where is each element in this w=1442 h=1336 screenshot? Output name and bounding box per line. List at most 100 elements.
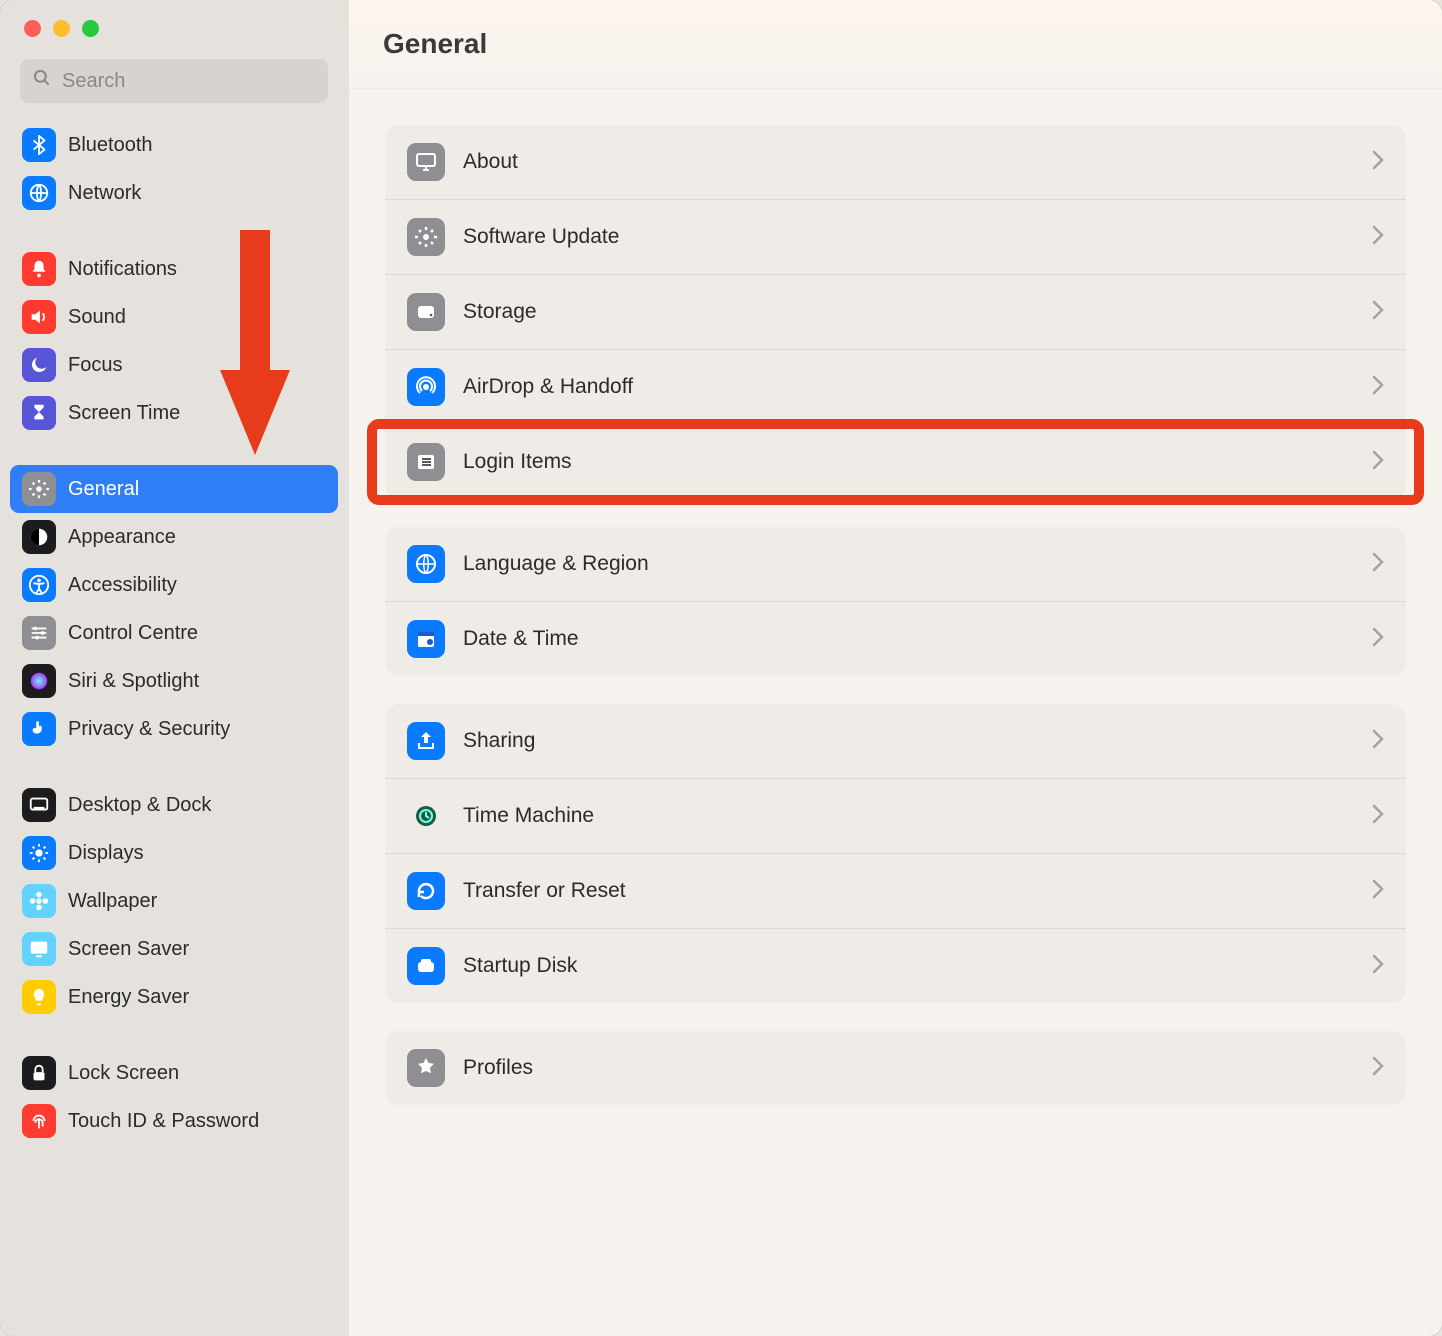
sidebar-item-label: Notifications xyxy=(68,258,177,281)
row-label: Time Machine xyxy=(463,804,1354,828)
bell-icon xyxy=(22,252,56,286)
row-login-items[interactable]: Login Items xyxy=(385,424,1406,499)
reset-icon xyxy=(407,872,445,910)
row-profiles[interactable]: Profiles xyxy=(385,1031,1406,1105)
accessibility-icon xyxy=(22,568,56,602)
share-icon xyxy=(407,722,445,760)
sidebar-item-label: Touch ID & Password xyxy=(68,1110,259,1133)
chevron-right-icon xyxy=(1372,552,1384,577)
row-sharing[interactable]: Sharing xyxy=(385,704,1406,778)
search-input[interactable] xyxy=(62,70,316,93)
row-label: About xyxy=(463,150,1354,174)
disk-icon xyxy=(407,293,445,331)
zoom-button[interactable] xyxy=(82,20,99,37)
sidebar-item-screen-time[interactable]: Screen Time xyxy=(10,389,338,437)
chevron-right-icon xyxy=(1372,150,1384,175)
sidebar-item-displays[interactable]: Displays xyxy=(10,829,338,877)
row-time-machine[interactable]: Time Machine xyxy=(385,778,1406,853)
bulb-icon xyxy=(22,980,56,1014)
sidebar-item-desktop-dock[interactable]: Desktop & Dock xyxy=(10,781,338,829)
sidebar-item-label: Desktop & Dock xyxy=(68,794,211,817)
chevron-right-icon xyxy=(1372,300,1384,325)
sidebar-item-accessibility[interactable]: Accessibility xyxy=(10,561,338,609)
dock-icon xyxy=(22,788,56,822)
settings-group: Language & Region Date & Time xyxy=(385,527,1406,676)
row-transfer-or-reset[interactable]: Transfer or Reset xyxy=(385,853,1406,928)
gear-icon xyxy=(407,218,445,256)
hourglass-icon xyxy=(22,396,56,430)
row-label: Date & Time xyxy=(463,627,1354,651)
sidebar-item-notifications[interactable]: Notifications xyxy=(10,245,338,293)
close-button[interactable] xyxy=(24,20,41,37)
sidebar: Bluetooth Network Notifications Sound Focus S… xyxy=(0,0,348,1336)
sidebar-item-lock-screen[interactable]: Lock Screen xyxy=(10,1049,338,1097)
sidebar-item-screen-saver[interactable]: Screen Saver xyxy=(10,925,338,973)
row-label: Language & Region xyxy=(463,552,1354,576)
row-label: Login Items xyxy=(463,450,1354,474)
timemachine-icon xyxy=(407,797,445,835)
row-software-update[interactable]: Software Update xyxy=(385,199,1406,274)
chevron-right-icon xyxy=(1372,729,1384,754)
chevron-right-icon xyxy=(1372,1056,1384,1081)
moon-icon xyxy=(22,348,56,382)
sidebar-item-privacy-security[interactable]: Privacy & Security xyxy=(10,705,338,753)
chevron-right-icon xyxy=(1372,375,1384,400)
sidebar-item-label: Focus xyxy=(68,354,122,377)
sidebar-item-touch-id-password[interactable]: Touch ID & Password xyxy=(10,1097,338,1145)
row-storage[interactable]: Storage xyxy=(385,274,1406,349)
chevron-right-icon xyxy=(1372,225,1384,250)
chevron-right-icon xyxy=(1372,954,1384,979)
calendar-icon xyxy=(407,620,445,658)
chevron-right-icon xyxy=(1372,627,1384,652)
settings-window: Bluetooth Network Notifications Sound Focus S… xyxy=(0,0,1442,1336)
row-label: Software Update xyxy=(463,225,1354,249)
sidebar-item-sound[interactable]: Sound xyxy=(10,293,338,341)
chevron-right-icon xyxy=(1372,450,1384,475)
screensaver-icon xyxy=(22,932,56,966)
sidebar-item-label: Lock Screen xyxy=(68,1062,179,1085)
sidebar-item-label: Displays xyxy=(68,842,144,865)
search-field[interactable] xyxy=(20,59,328,103)
row-airdrop-handoff[interactable]: AirDrop & Handoff xyxy=(385,349,1406,424)
sidebar-item-label: General xyxy=(68,478,139,501)
sidebar-item-wallpaper[interactable]: Wallpaper xyxy=(10,877,338,925)
appearance-icon xyxy=(22,520,56,554)
sidebar-item-label: Screen Saver xyxy=(68,938,189,961)
sidebar-item-siri-spotlight[interactable]: Siri & Spotlight xyxy=(10,657,338,705)
row-label: Transfer or Reset xyxy=(463,879,1354,903)
fingerprint-icon xyxy=(22,1104,56,1138)
sidebar-item-label: Privacy & Security xyxy=(68,718,230,741)
bluetooth-icon xyxy=(22,128,56,162)
row-startup-disk[interactable]: Startup Disk xyxy=(385,928,1406,1003)
row-label: Profiles xyxy=(463,1056,1354,1080)
row-about[interactable]: About xyxy=(385,125,1406,199)
content: About Software Update Storage AirDrop & Han… xyxy=(349,89,1442,1169)
sidebar-item-bluetooth[interactable]: Bluetooth xyxy=(10,121,338,169)
sidebar-item-appearance[interactable]: Appearance xyxy=(10,513,338,561)
sidebar-item-energy-saver[interactable]: Energy Saver xyxy=(10,973,338,1021)
siri-icon xyxy=(22,664,56,698)
sidebar-item-label: Appearance xyxy=(68,526,176,549)
network-icon xyxy=(22,176,56,210)
window-controls xyxy=(0,20,348,59)
row-label: Sharing xyxy=(463,729,1354,753)
sidebar-item-general[interactable]: General xyxy=(10,465,338,513)
chevron-right-icon xyxy=(1372,804,1384,829)
airdrop-icon xyxy=(407,368,445,406)
main-pane: General About Software Update Storage AirDr… xyxy=(348,0,1442,1336)
sun-icon xyxy=(22,836,56,870)
row-date-time[interactable]: Date & Time xyxy=(385,601,1406,676)
sidebar-item-label: Control Centre xyxy=(68,622,198,645)
minimize-button[interactable] xyxy=(53,20,70,37)
sidebar-item-network[interactable]: Network xyxy=(10,169,338,217)
sidebar-item-label: Energy Saver xyxy=(68,986,189,1009)
sidebar-item-label: Siri & Spotlight xyxy=(68,670,199,693)
page-title: General xyxy=(383,28,1408,60)
sidebar-item-focus[interactable]: Focus xyxy=(10,341,338,389)
row-language-region[interactable]: Language & Region xyxy=(385,527,1406,601)
sidebar-item-label: Network xyxy=(68,182,141,205)
globe-icon xyxy=(407,545,445,583)
header: General xyxy=(349,0,1442,89)
sidebar-item-control-centre[interactable]: Control Centre xyxy=(10,609,338,657)
row-label: AirDrop & Handoff xyxy=(463,375,1354,399)
